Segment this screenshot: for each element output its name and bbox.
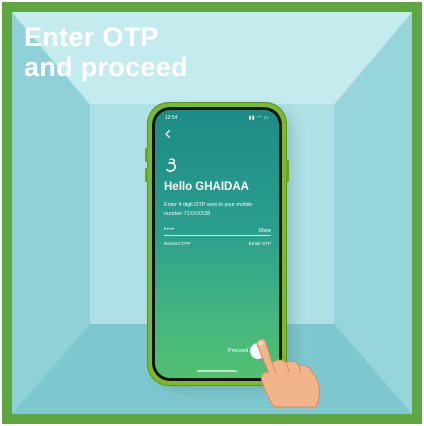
show-otp-toggle[interactable]: Show <box>258 228 271 234</box>
green-frame: Enter OTP and proceed 12:54 ▮▮ ◠ ▭ Hello <box>2 2 422 424</box>
pointing-hand-icon <box>256 338 320 408</box>
otp-input-value: •••• <box>164 227 175 233</box>
brand-logo-icon <box>166 158 176 172</box>
phone-volume-up <box>145 148 148 162</box>
back-icon[interactable] <box>163 129 173 139</box>
headline-line-1: Enter OTP <box>24 22 159 52</box>
home-indicator <box>197 370 237 372</box>
status-bar: 12:54 ▮▮ ◠ ▭ <box>165 114 269 122</box>
otp-input[interactable]: •••• Show <box>164 227 271 236</box>
phone-power-button <box>286 160 289 182</box>
email-otp-link[interactable]: Email OTP <box>249 241 271 246</box>
status-icons: ▮▮ ◠ ▭ <box>248 115 269 121</box>
phone-volume-down <box>145 168 148 182</box>
headline-line-2: and proceed <box>24 52 188 82</box>
greeting-title: Hello GHAIDAA <box>164 181 249 193</box>
status-time: 12:54 <box>165 115 178 121</box>
proceed-label: Proceed <box>228 348 249 354</box>
otp-instructions: Enter 4 digit OTP sent to your mobile nu… <box>164 202 253 217</box>
headline: Enter OTP and proceed <box>24 22 188 82</box>
resend-otp-link[interactable]: Resend OTP <box>164 241 191 246</box>
